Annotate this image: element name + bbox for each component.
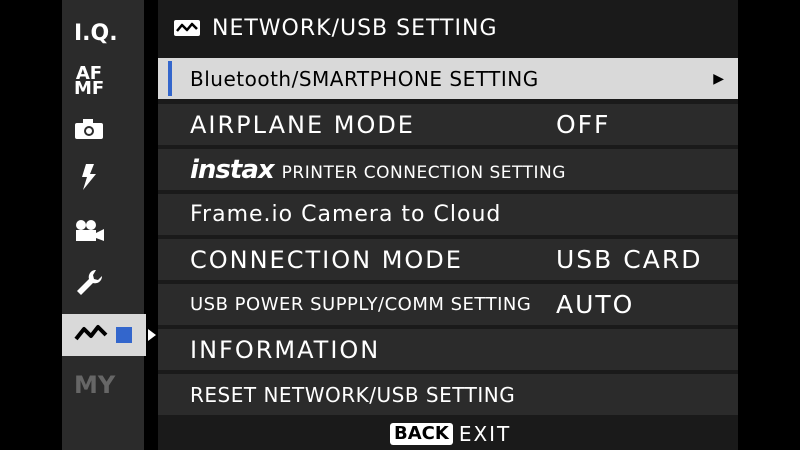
camera-icon [74,118,104,144]
menu-panel: NETWORK/USB SETTING Bluetooth/SMARTPHONE… [158,0,738,450]
menu-row-label: Frame.io Camera to Cloud [190,202,502,227]
menu-row-value: USB CARD [556,245,703,274]
submenu-arrow-icon: ▶ [713,70,724,87]
page-title: NETWORK/USB SETTING [212,15,498,41]
movie-icon [74,219,106,247]
sidebar-item-focus[interactable]: AF MF [62,60,144,102]
menu-row-connection-mode[interactable]: CONNECTION MODE USB CARD [158,239,738,280]
flash-icon [74,163,104,195]
footer-hint: BACK EXIT [390,420,511,448]
menu-row-label: instax PRINTER CONNECTION SETTING [190,155,566,185]
wrench-icon [74,268,104,302]
sidebar-item-network[interactable] [62,314,156,356]
sidebar-item-label: MY [74,371,116,399]
network-icon [174,20,200,36]
sidebar-menu: I.Q. AF MF MY [62,0,156,450]
sidebar-item-my-menu[interactable]: MY [62,364,144,406]
menu-row-reset-network-usb[interactable]: RESET NETWORK/USB SETTING [158,374,738,415]
back-button-badge[interactable]: BACK [390,423,453,445]
sidebar-item-flash[interactable] [62,158,144,200]
network-icon [74,323,108,347]
focus-icon: AF MF [74,63,105,99]
menu-row-label: Bluetooth/SMARTPHONE SETTING [190,66,539,91]
active-indicator-square [116,327,132,343]
instax-logo: instax [190,154,275,185]
menu-row-information[interactable]: INFORMATION [158,329,738,370]
menu-row-label: USB POWER SUPPLY/COMM SETTING [190,294,532,315]
menu-row-label: RESET NETWORK/USB SETTING [190,382,516,407]
menu-row-value: OFF [556,110,611,139]
sidebar-item-label: I.Q. [74,20,118,46]
menu-row-value: AUTO [556,290,635,319]
menu-row-label: CONNECTION MODE [190,245,463,274]
menu-row-label: AIRPLANE MODE [190,110,415,139]
sidebar-item-shooting[interactable] [62,110,144,152]
menu-row-instax-printer-connection[interactable]: instax PRINTER CONNECTION SETTING [158,149,738,190]
sidebar-item-image-quality[interactable]: I.Q. [62,12,144,54]
menu-row-usb-power-supply[interactable]: USB POWER SUPPLY/COMM SETTING AUTO [158,284,738,325]
menu-row-label-text: PRINTER CONNECTION SETTING [281,162,566,183]
menu-row-frame-io[interactable]: Frame.io Camera to Cloud [158,194,738,235]
sidebar-item-setup[interactable] [62,264,144,306]
menu-row-airplane-mode[interactable]: AIRPLANE MODE OFF [158,104,738,145]
menu-row-bluetooth-smartphone-setting[interactable]: Bluetooth/SMARTPHONE SETTING ▶ [158,58,738,99]
page-header: NETWORK/USB SETTING [158,8,738,48]
sidebar-item-movie[interactable] [62,212,144,254]
menu-row-label: INFORMATION [190,335,381,364]
exit-label: EXIT [458,422,512,446]
